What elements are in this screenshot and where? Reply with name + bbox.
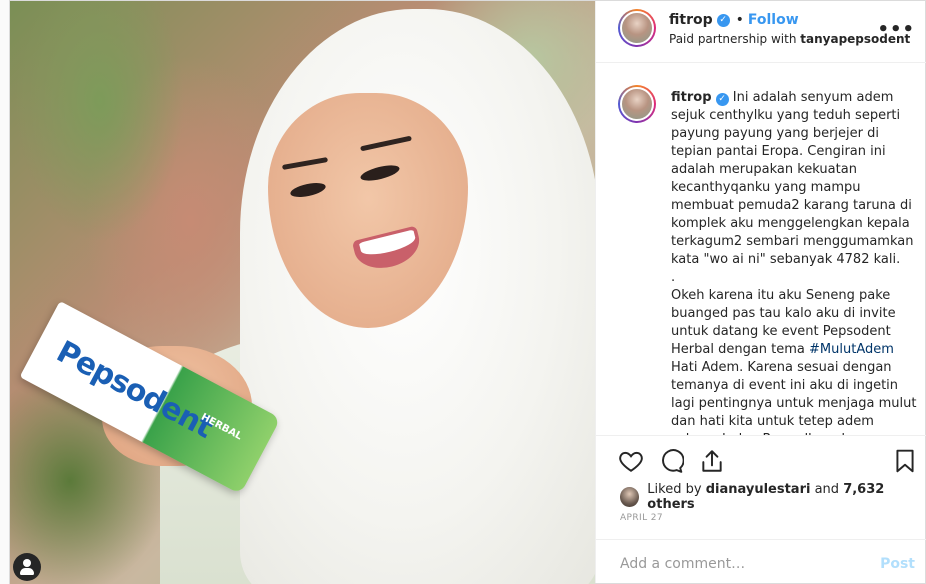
verified-badge-icon: ✓	[716, 13, 730, 27]
author-line: fitrop ✓ • Follow	[669, 12, 799, 28]
author-username[interactable]: fitrop	[669, 12, 713, 28]
post-sidebar: fitrop ✓ • Follow Paid partnership with …	[595, 1, 926, 583]
comment-input[interactable]	[620, 552, 870, 576]
liker-username[interactable]: dianayulestari	[706, 482, 811, 497]
paid-partnership-line: Paid partnership with tanyapepsodent	[669, 32, 910, 46]
verified-badge-icon: ✓	[715, 93, 729, 106]
separator-dot: •	[735, 12, 744, 28]
add-comment-section: Post	[596, 539, 926, 584]
heart-icon[interactable]	[618, 448, 644, 474]
comments-area: fitrop ✓ Ini adalah senyum adem sejuk ce…	[596, 63, 926, 435]
bookmark-icon[interactable]	[892, 448, 918, 474]
action-bar	[596, 435, 926, 487]
post-caption: fitrop ✓ Ini adalah senyum adem sejuk ce…	[671, 89, 917, 435]
share-icon[interactable]	[699, 448, 725, 474]
caption-avatar[interactable]	[618, 85, 656, 123]
user-tag-icon[interactable]	[13, 553, 41, 581]
likes-prefix: Liked by	[647, 482, 702, 497]
author-avatar[interactable]	[618, 9, 656, 47]
likes-line: Liked by dianayulestari and 7,632 others	[620, 482, 926, 512]
hashtag-link[interactable]: #MulutAdem	[809, 342, 894, 357]
more-options-icon[interactable]: •••	[877, 19, 915, 40]
caption-username[interactable]: fitrop	[671, 90, 712, 105]
caption-text-1: Ini adalah senyum adem sejuk centhylku y…	[671, 90, 914, 357]
comment-icon[interactable]	[658, 448, 684, 474]
post-date[interactable]: APRIL 27	[620, 513, 663, 523]
post-header: fitrop ✓ • Follow Paid partnership with …	[596, 1, 926, 63]
follow-button[interactable]: Follow	[748, 12, 799, 28]
instagram-post: Pepsodent HERBAL fitrop ✓ • Follow Paid …	[9, 0, 926, 584]
partnership-prefix: Paid partnership with	[669, 32, 797, 46]
post-photo[interactable]: Pepsodent HERBAL	[10, 1, 595, 584]
post-comment-button[interactable]: Post	[880, 556, 915, 572]
liker-avatar[interactable]	[620, 487, 640, 507]
likes-connector: and	[814, 482, 840, 497]
